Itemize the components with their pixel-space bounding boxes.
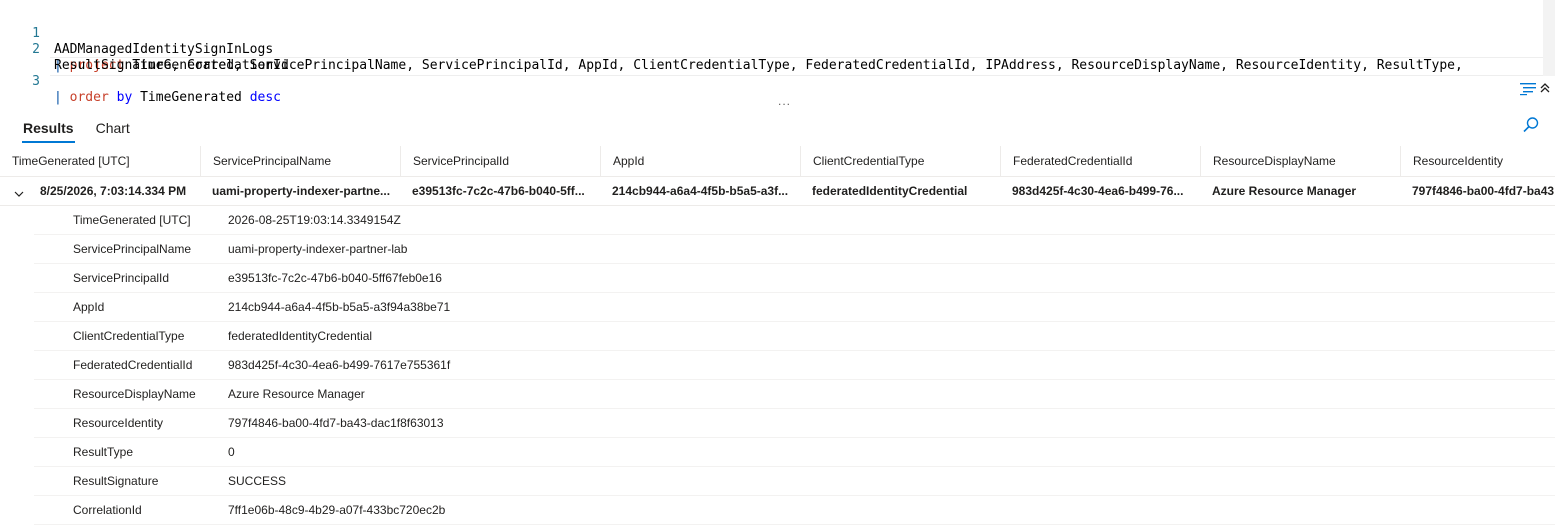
table-cell: 214cb944-a6a4-4f5b-b5a5-a3f... [612,184,789,198]
detail-key: ResultType [73,445,134,459]
detail-row: ServicePrincipalName uami-property-indexe… [34,235,1555,264]
row-details: TimeGenerated [UTC] 2026-08-25T19:03:14.3… [34,206,1555,525]
detail-key: ResultSignature [73,474,159,488]
query-editor[interactable]: 1 AADManagedIdentitySignInLogs 2 | proje… [0,0,1555,105]
detail-row: ResourceDisplayName Azure Resource Manage… [34,380,1555,409]
detail-key: ClientCredentialType [73,329,185,343]
result-tabs: Results Chart [12,116,141,143]
table-cell: 797f4846-ba00-4fd7-ba43 [1412,184,1555,198]
chevron-down-icon[interactable] [14,186,24,204]
code-text: AADManagedIdentitySignInLogs [54,42,274,57]
code-text-wrap: ResultSignature, CorrelationId [54,58,289,73]
column-header[interactable]: ResourceIdentity [1400,146,1555,176]
detail-row: AppId 214cb944-a6a4-4f5b-b5a5-a3f94a38be7… [34,293,1555,322]
tab-results[interactable]: Results [12,116,85,143]
table-cell: 983d425f-4c30-4ea6-b499-76... [1012,184,1184,198]
table-cell: Azure Resource Manager [1212,184,1357,198]
table-cell: 8/25/2026, 7:03:14.334 PM [40,184,187,198]
detail-value: 7ff1e06b-48c9-4b29-a07f-433bc720ec2b [228,503,446,517]
search-icon[interactable] [1522,116,1540,139]
column-header[interactable]: ServicePrincipalName [200,146,400,176]
table-cell: e39513fc-7c2c-47b6-b040-5ff... [412,184,585,198]
detail-key: ServicePrincipalId [73,271,170,285]
editor-line-3: 3 | order by TimeGenerated desc [0,58,281,122]
detail-key: ServicePrincipalName [73,242,192,256]
detail-value: 0 [228,445,235,459]
detail-key: CorrelationId [73,503,142,517]
table-row[interactable]: 8/25/2026, 7:03:14.334 PM uami-property-… [0,177,1555,206]
format-query-icon[interactable] [1519,80,1537,96]
column-header[interactable]: ClientCredentialType [800,146,1000,176]
column-header[interactable]: TimeGenerated [UTC] [0,146,200,176]
detail-value: Azure Resource Manager [228,387,365,401]
splitter-handle[interactable]: ... [778,94,791,108]
detail-key: ResourceDisplayName [73,387,196,401]
detail-row: FederatedCredentialId 983d425f-4c30-4ea6-… [34,351,1555,380]
detail-value: 797f4846-ba00-4fd7-ba43-dac1f8f63013 [228,416,444,430]
editor-scrollbar[interactable] [1543,0,1555,76]
detail-row: ClientCredentialType federatedIdentityCre… [34,322,1555,351]
detail-row: ResultType 0 [34,438,1555,467]
column-header[interactable]: ServicePrincipalId [400,146,600,176]
table-cell: uami-property-indexer-partne... [212,184,391,198]
detail-row: ServicePrincipalId e39513fc-7c2c-47b6-b04… [34,264,1555,293]
detail-row: TimeGenerated [UTC] 2026-08-25T19:03:14.3… [34,206,1555,235]
editor-tools [1519,80,1551,96]
collapse-editor-icon[interactable] [1539,80,1551,96]
tab-chart[interactable]: Chart [85,116,141,143]
detail-value: federatedIdentityCredential [228,329,373,343]
grid-header: TimeGenerated [UTC] ServicePrincipalName… [0,146,1555,177]
detail-row: CorrelationId 7ff1e06b-48c9-4b29-a07f-433… [34,496,1555,525]
detail-row: ResultSignature SUCCESS [34,467,1555,496]
detail-value: uami-property-indexer-partner-lab [228,242,408,256]
detail-value: 214cb944-a6a4-4f5b-b5a5-a3f94a38be71 [228,300,451,314]
detail-key: TimeGenerated [UTC] [73,213,191,227]
line-number: 3 [32,74,40,89]
column-header[interactable]: FederatedCredentialId [1000,146,1200,176]
column-header[interactable]: AppId [600,146,800,176]
detail-value: 2026-08-25T19:03:14.3349154Z [228,213,401,227]
column-header[interactable]: ResourceDisplayName [1200,146,1400,176]
detail-value: e39513fc-7c2c-47b6-b040-5ff67feb0e16 [228,271,442,285]
detail-row: ResourceIdentity 797f4846-ba00-4fd7-ba43-… [34,409,1555,438]
detail-key: FederatedCredentialId [73,358,193,372]
detail-value: 983d425f-4c30-4ea6-b499-7617e755361f [228,358,451,372]
project-columns: TimeGenerated, ServicePrincipalName, Ser… [132,58,1463,73]
table-cell: federatedIdentityCredential [812,184,968,198]
detail-key: ResourceIdentity [73,416,164,430]
detail-key: AppId [73,300,105,314]
detail-value: SUCCESS [228,474,287,488]
